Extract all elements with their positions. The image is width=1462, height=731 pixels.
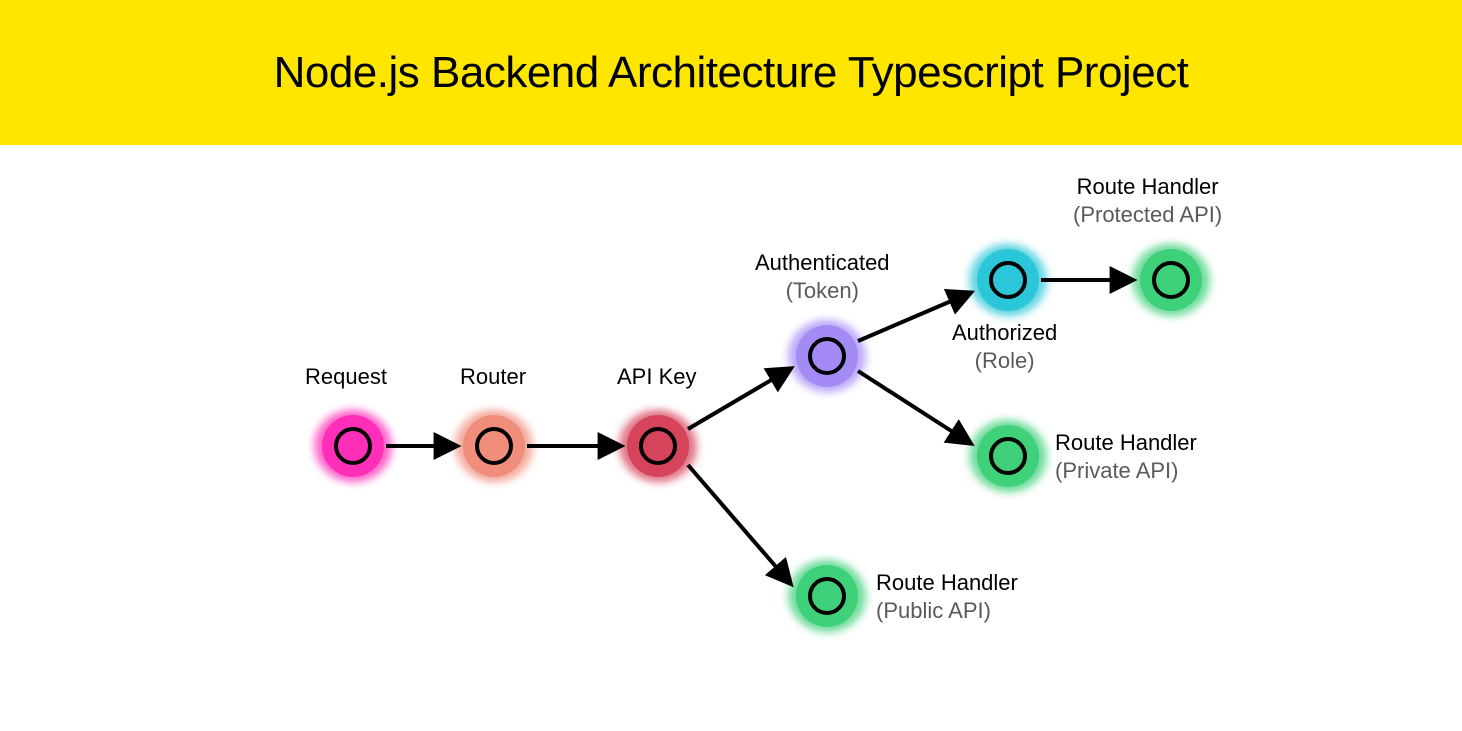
label-router: Router [460, 363, 526, 391]
node-private [977, 425, 1039, 487]
label-public: Route Handler (Public API) [876, 569, 1018, 624]
label-apikey: API Key [617, 363, 696, 391]
label-request: Request [305, 363, 387, 391]
label-protected: Route Handler (Protected API) [1073, 173, 1222, 228]
arrow-apikey-public [688, 465, 790, 583]
node-public [796, 565, 858, 627]
arrow-authenticated-private [858, 371, 970, 443]
node-authenticated [796, 325, 858, 387]
page-title: Node.js Backend Architecture Typescript … [274, 48, 1189, 98]
node-request [322, 415, 384, 477]
label-private: Route Handler (Private API) [1055, 429, 1197, 484]
label-authorized: Authorized (Role) [952, 319, 1057, 374]
header-banner: Node.js Backend Architecture Typescript … [0, 0, 1462, 145]
node-authorized [977, 249, 1039, 311]
arrow-apikey-authenticated [688, 369, 790, 429]
node-apikey [627, 415, 689, 477]
label-authenticated: Authenticated (Token) [755, 249, 890, 304]
arrows-layer [0, 145, 1462, 731]
node-router [463, 415, 525, 477]
diagram-canvas: Request Router API Key Authenticated (To… [0, 145, 1462, 731]
node-protected [1140, 249, 1202, 311]
